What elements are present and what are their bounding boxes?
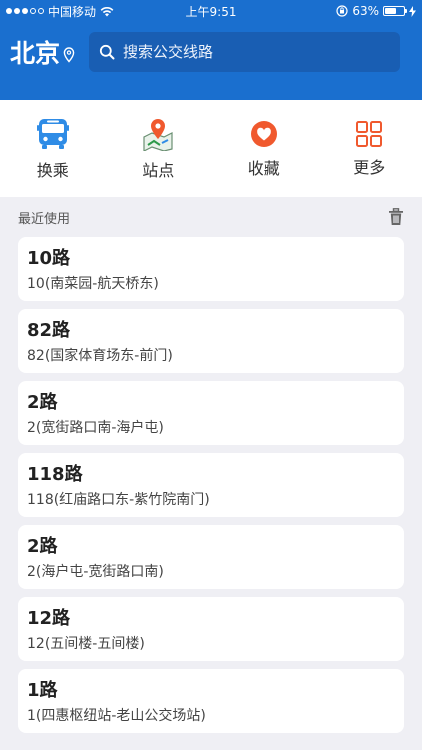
recent-item[interactable]: 10路 10(南菜园-航天桥东) (18, 237, 404, 301)
recent-item[interactable]: 1路 1(四惠枢纽站-老山公交场站) (18, 669, 404, 733)
search-icon (99, 44, 115, 60)
route-name: 10路 (27, 248, 71, 269)
route-name: 2路 (27, 392, 58, 413)
quick-action-transfer[interactable]: 换乘 (0, 100, 106, 197)
recent-list: 10路 10(南菜园-航天桥东) 82路 82(国家体育场东-前门) 2路 2(… (0, 237, 422, 733)
trash-icon (389, 208, 403, 225)
heart-icon (250, 120, 277, 147)
header: 北京 (0, 24, 422, 80)
quick-action-stations[interactable]: 站点 (106, 100, 212, 197)
route-name: 118路 (27, 464, 83, 485)
charging-icon (409, 5, 416, 17)
signal-icon (6, 8, 44, 14)
orientation-lock-icon (336, 5, 348, 17)
route-desc: 118(红庙路口东-紫竹院南门) (27, 492, 210, 508)
search-box[interactable] (89, 32, 400, 72)
recent-item[interactable]: 2路 2(海户屯-宽街路口南) (18, 525, 404, 589)
quick-action-favorites-label: 收藏 (247, 158, 280, 178)
route-name: 1路 (27, 680, 58, 701)
status-bar: 中国移动 上午9:51 63% (0, 0, 422, 22)
route-desc: 2(宽街路口南-海户屯) (27, 420, 164, 436)
quick-action-more[interactable]: 更多 (317, 100, 422, 197)
grid-icon (356, 120, 383, 147)
quick-actions: 换乘 站点 收藏 更多 (0, 100, 422, 197)
route-desc: 12(五间楼-五间楼) (27, 636, 145, 652)
recent-item[interactable]: 2路 2(宽街路口南-海户屯) (18, 381, 404, 445)
route-desc: 10(南菜园-航天桥东) (27, 276, 159, 292)
city-selector[interactable]: 北京 (10, 34, 75, 70)
route-desc: 82(国家体育场东-前门) (27, 348, 173, 364)
carrier-label: 中国移动 (48, 4, 97, 19)
route-desc: 2(海户屯-宽街路口南) (27, 564, 164, 580)
status-left: 中国移动 (6, 3, 114, 20)
route-desc: 1(四惠枢纽站-老山公交场站) (27, 708, 206, 724)
top-bar: 中国移动 上午9:51 63% 北京 (0, 0, 422, 100)
quick-action-transfer-label: 换乘 (36, 160, 69, 180)
quick-action-stations-label: 站点 (142, 160, 175, 180)
recent-title: 最近使用 (18, 211, 71, 227)
bus-icon (36, 118, 69, 149)
route-name: 82路 (27, 320, 71, 341)
wifi-icon (100, 6, 114, 16)
battery-label: 63% (352, 4, 379, 18)
recent-item[interactable]: 118路 118(红庙路口东-紫竹院南门) (18, 453, 404, 517)
map-pin-icon (143, 118, 173, 151)
battery-icon (383, 6, 407, 16)
search-input[interactable] (123, 43, 390, 61)
quick-action-favorites[interactable]: 收藏 (211, 100, 317, 197)
city-name: 北京 (10, 39, 61, 68)
route-name: 2路 (27, 536, 58, 557)
clear-history-button[interactable] (388, 208, 404, 226)
status-right: 63% (336, 4, 416, 18)
recent-header: 最近使用 (0, 197, 422, 237)
recent-item[interactable]: 82路 82(国家体育场东-前门) (18, 309, 404, 373)
route-name: 12路 (27, 608, 71, 629)
location-pin-icon (63, 47, 75, 63)
recent-item[interactable]: 12路 12(五间楼-五间楼) (18, 597, 404, 661)
quick-action-more-label: 更多 (353, 157, 386, 177)
